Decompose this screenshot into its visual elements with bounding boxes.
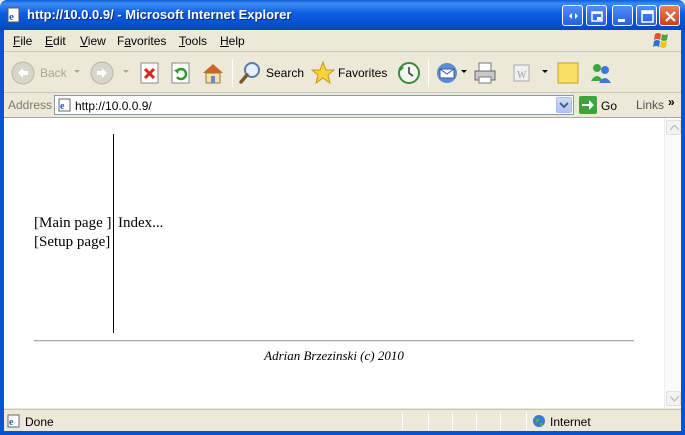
menu-file[interactable]: File	[13, 34, 32, 48]
minimize-button[interactable]	[612, 5, 633, 26]
menu-help-label: elp	[228, 34, 245, 48]
status-pane-divider	[476, 412, 477, 430]
forward-dropdown-icon[interactable]	[123, 70, 129, 73]
main-page-link[interactable]: [Main page ]	[34, 215, 111, 232]
title-bar: e http://10.0.0.9/ - Microsoft Internet …	[0, 0, 685, 30]
menu-help[interactable]: Help	[220, 34, 245, 48]
chevron-more-icon[interactable]: »	[668, 95, 675, 109]
ie-page-icon[interactable]: e	[6, 7, 22, 23]
forward-arrow-icon[interactable]	[89, 59, 115, 87]
menu-view[interactable]: View	[80, 34, 106, 48]
stop-icon[interactable]	[139, 59, 161, 87]
address-field[interactable]: e http://10.0.0.9/	[54, 95, 574, 115]
edit-word-icon[interactable]: W	[510, 59, 534, 87]
window-frame-bottom	[0, 431, 685, 435]
pin-button[interactable]	[562, 5, 583, 26]
vertical-scrollbar[interactable]	[664, 118, 681, 408]
window-title: http://10.0.0.9/ - Microsoft Internet Ex…	[27, 7, 292, 22]
edit-dropdown-icon[interactable]	[542, 70, 548, 73]
discuss-note-icon[interactable]	[556, 59, 580, 87]
address-dropdown-icon[interactable]	[556, 97, 572, 113]
favorites-star-icon[interactable]	[310, 59, 336, 87]
address-label: Address	[8, 98, 53, 112]
scroll-up-icon[interactable]	[666, 120, 681, 135]
status-pane-divider	[452, 412, 453, 430]
address-bar: Address e http://10.0.0.9/ Go Links »	[4, 94, 681, 116]
menu-favorites[interactable]: Favorites	[117, 34, 166, 48]
menu-favorites-label: vorites	[131, 34, 167, 48]
toolbar-separator	[428, 59, 429, 87]
setup-page-link[interactable]: [Setup page]	[34, 234, 110, 251]
home-icon[interactable]	[200, 59, 226, 87]
window-frame-right	[681, 30, 685, 435]
ie-page-icon: e	[58, 98, 72, 112]
refresh-icon[interactable]	[170, 59, 192, 87]
menu-view-label: iew	[87, 34, 106, 48]
address-url[interactable]: http://10.0.0.9/	[75, 99, 152, 113]
svg-text:e: e	[9, 417, 14, 428]
menu-bar: File Edit View Favorites Tools Help	[4, 30, 681, 52]
svg-text:e: e	[60, 101, 65, 112]
scroll-down-icon[interactable]	[666, 391, 681, 406]
menu-edit[interactable]: Edit	[45, 34, 66, 48]
go-button[interactable]: Go	[579, 96, 625, 114]
go-button-label: Go	[601, 99, 618, 113]
search-icon[interactable]	[238, 59, 262, 87]
menu-edit-label: dit	[53, 34, 66, 48]
status-bar: e Done Internet	[4, 409, 681, 431]
internet-globe-icon	[532, 414, 546, 428]
svg-text:W: W	[517, 70, 527, 81]
web-page: [Main page ] [Setup page] Index... Adria…	[4, 118, 664, 408]
back-arrow-icon[interactable]	[10, 59, 36, 87]
security-zone-label: Internet	[550, 415, 591, 429]
menu-tools[interactable]: Tools	[179, 34, 207, 48]
restore-window-button[interactable]	[586, 5, 607, 26]
status-pane-divider	[500, 412, 501, 430]
toolbar-separator	[232, 59, 233, 87]
favorites-button-label[interactable]: Favorites	[338, 66, 387, 80]
back-button-label[interactable]: Back	[40, 66, 67, 80]
status-pane-divider	[428, 412, 429, 430]
go-arrow-icon	[579, 96, 597, 114]
mail-icon[interactable]	[434, 59, 460, 87]
menu-tools-label: ools	[185, 34, 208, 48]
content-text: Index...	[118, 215, 164, 231]
windows-logo-icon	[649, 31, 675, 51]
standard-toolbar: Back Search Favorites W	[4, 53, 681, 93]
svg-text:e: e	[9, 11, 14, 23]
page-footer: Adrian Brzezinski (c) 2010	[264, 348, 404, 363]
nav-divider	[113, 134, 114, 333]
print-icon[interactable]	[472, 59, 498, 87]
back-dropdown-icon[interactable]	[74, 70, 80, 73]
maximize-button[interactable]	[636, 5, 657, 26]
history-icon[interactable]	[396, 59, 422, 87]
horizontal-rule	[34, 340, 634, 342]
menu-file-label: ile	[20, 34, 33, 48]
status-pane-divider	[526, 412, 527, 430]
search-button-label[interactable]: Search	[266, 66, 304, 80]
close-button[interactable]	[659, 5, 680, 26]
links-toolbar[interactable]: Links	[636, 98, 664, 112]
page-done-icon: e	[7, 414, 21, 428]
status-text: Done	[25, 415, 54, 429]
mail-dropdown-icon[interactable]	[461, 70, 467, 73]
messenger-icon[interactable]	[588, 59, 614, 87]
status-pane-divider	[402, 412, 403, 430]
browser-viewport: [Main page ] [Setup page] Index... Adria…	[4, 117, 681, 408]
